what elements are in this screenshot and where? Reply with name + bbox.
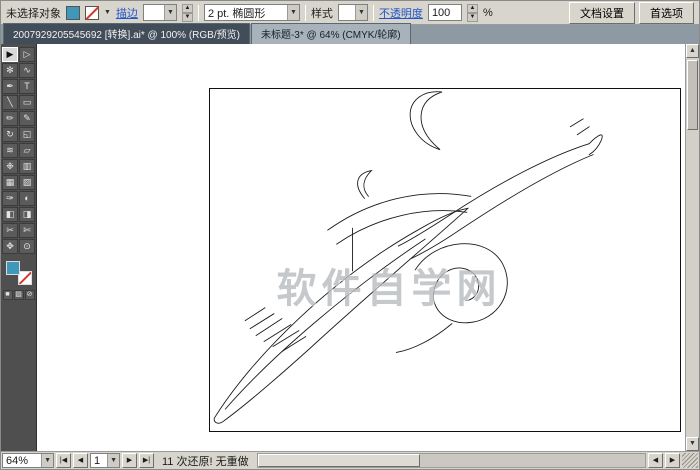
last-page-button[interactable]: ▶|	[139, 453, 154, 468]
slice-tool[interactable]: ✂	[2, 223, 18, 238]
page-number-dropdown[interactable]: 1 ▼	[90, 453, 120, 468]
opacity-value: 100	[432, 7, 450, 19]
brush-dropdown[interactable]: 2 pt. 椭圆形 ▼	[204, 4, 300, 21]
scroll-down-icon[interactable]: ▼	[686, 437, 699, 451]
canvas[interactable]: 软件自学网	[37, 44, 685, 451]
stroke-weight-stepper[interactable]: ▲ ▼	[182, 4, 193, 21]
horizontal-scroll-thumb[interactable]	[258, 454, 421, 467]
scroll-up-icon[interactable]: ▲	[686, 44, 699, 58]
horizontal-scrollbar[interactable]	[257, 453, 646, 468]
line-segment-tool[interactable]: ╲	[2, 95, 18, 110]
magic-wand-tool[interactable]: ✻	[2, 63, 18, 78]
direct-selection-tool[interactable]: ▷	[19, 47, 35, 62]
rectangle-tool[interactable]: ▭	[19, 95, 35, 110]
pen-tool[interactable]: ✒	[2, 79, 18, 94]
control-bar: 未选择对象 ▼ 描边 ▼ ▲ ▼ 2 pt. 椭圆形 ▼ 样式 ▼ 不透明度 1…	[1, 1, 699, 25]
scroll-right-icon[interactable]: ▶	[665, 453, 680, 468]
gradient-mode-button[interactable]: ▨	[14, 290, 24, 300]
vertical-scroll-thumb[interactable]	[687, 60, 698, 130]
column-graph-tool[interactable]: ▥	[19, 159, 35, 174]
document-tab-bar: 2007929205545692 [转换].ai* @ 100% (RGB/预览…	[1, 25, 699, 44]
none-mode-button[interactable]: ⊘	[25, 290, 35, 300]
selection-tool[interactable]: ▶	[2, 47, 18, 62]
tool-palette: ▶▷✻∿✒T╲▭✏✎↻◱≋▱❉▥▦▨✑◐◧◨✂✄✥⊙ ■▨⊘	[1, 44, 37, 451]
fill-color-swatch[interactable]	[66, 6, 80, 20]
symbol-sprayer-tool[interactable]: ❉	[2, 159, 18, 174]
next-page-button[interactable]: ▶	[122, 453, 137, 468]
fill-swatch[interactable]	[6, 261, 20, 275]
pencil-tool[interactable]: ✎	[19, 111, 35, 126]
chevron-down-icon[interactable]: ▼	[104, 9, 111, 16]
paint-mode-buttons: ■▨⊘	[3, 290, 35, 300]
scroll-track[interactable]	[686, 132, 699, 437]
brush-value: 2 pt. 椭圆形	[208, 5, 265, 21]
free-transform-tool[interactable]: ▱	[19, 143, 35, 158]
scissors-tool[interactable]: ✄	[19, 223, 35, 238]
mesh-tool[interactable]: ▦	[2, 175, 18, 190]
separator	[305, 5, 306, 21]
stepper-down-icon[interactable]: ▼	[467, 13, 478, 22]
warp-tool[interactable]: ≋	[2, 143, 18, 158]
none-slash-icon	[18, 271, 31, 284]
opacity-link[interactable]: 不透明度	[379, 5, 423, 21]
document-setup-button[interactable]: 文档设置	[569, 2, 635, 24]
opacity-stepper[interactable]: ▲ ▼	[467, 4, 478, 21]
resize-grip[interactable]	[682, 453, 698, 468]
style-label: 样式	[311, 5, 333, 21]
selection-status: 未选择对象	[6, 5, 61, 21]
hand-tool[interactable]: ✥	[2, 239, 18, 254]
zoom-dropdown[interactable]: 64% ▼	[2, 453, 54, 468]
chevron-down-icon: ▼	[107, 454, 119, 467]
illustrator-window: 未选择对象 ▼ 描边 ▼ ▲ ▼ 2 pt. 椭圆形 ▼ 样式 ▼ 不透明度 1…	[0, 0, 700, 470]
page-number-value: 1	[94, 455, 100, 467]
stepper-up-icon[interactable]: ▲	[182, 4, 193, 13]
undo-status-text: 11 次还原! 无重做	[162, 453, 249, 469]
document-tab-1[interactable]: 2007929205545692 [转换].ai* @ 100% (RGB/预览…	[3, 23, 250, 44]
chevron-down-icon: ▼	[164, 5, 176, 20]
zoom-tool[interactable]: ⊙	[19, 239, 35, 254]
first-page-button[interactable]: |◀	[56, 453, 71, 468]
document-tab-2[interactable]: 未标题-3* @ 64% (CMYK/轮廓)	[251, 23, 411, 44]
rotate-tool[interactable]: ↻	[2, 127, 18, 142]
stroke-swatch[interactable]	[18, 271, 32, 285]
zoom-value: 64%	[6, 455, 28, 467]
stepper-up-icon[interactable]: ▲	[467, 4, 478, 13]
artwork-outline	[210, 89, 680, 431]
blend-tool[interactable]: ◐	[19, 191, 35, 206]
chevron-down-icon: ▼	[355, 5, 367, 20]
opacity-field[interactable]: 100	[428, 4, 462, 21]
percent-label: %	[483, 7, 493, 19]
toolbar-tools: ▶▷✻∿✒T╲▭✏✎↻◱≋▱❉▥▦▨✑◐◧◨✂✄✥⊙	[2, 47, 35, 254]
live-paint-selection-tool[interactable]: ◨	[19, 207, 35, 222]
chevron-down-icon: ▼	[41, 454, 53, 467]
color-mode-button[interactable]: ■	[3, 290, 13, 300]
artboard	[209, 88, 681, 432]
main-area: ▶▷✻∿✒T╲▭✏✎↻◱≋▱❉▥▦▨✑◐◧◨✂✄✥⊙ ■▨⊘	[1, 44, 699, 451]
lasso-tool[interactable]: ∿	[19, 63, 35, 78]
type-tool[interactable]: T	[19, 79, 35, 94]
separator	[373, 5, 374, 21]
live-paint-bucket-tool[interactable]: ◧	[2, 207, 18, 222]
none-slash-icon	[86, 6, 99, 19]
stepper-down-icon[interactable]: ▼	[182, 13, 193, 22]
status-bar: 64% ▼ |◀ ◀ 1 ▼ ▶ ▶| 11 次还原! 无重做 ◀ ▶	[1, 451, 699, 469]
chevron-down-icon: ▼	[287, 5, 299, 20]
previous-page-button[interactable]: ◀	[73, 453, 88, 468]
stroke-color-swatch[interactable]	[85, 6, 99, 20]
vertical-scrollbar[interactable]: ▲ ▼	[685, 44, 699, 451]
scroll-left-icon[interactable]: ◀	[648, 453, 663, 468]
preferences-button[interactable]: 首选项	[639, 2, 694, 24]
scale-tool[interactable]: ◱	[19, 127, 35, 142]
fill-stroke-indicator	[6, 261, 32, 285]
gradient-tool[interactable]: ▨	[19, 175, 35, 190]
stroke-weight-dropdown[interactable]: ▼	[143, 4, 177, 21]
paintbrush-tool[interactable]: ✏	[2, 111, 18, 126]
eyedropper-tool[interactable]: ✑	[2, 191, 18, 206]
style-dropdown[interactable]: ▼	[338, 4, 368, 21]
stroke-link[interactable]: 描边	[116, 5, 138, 21]
separator	[198, 5, 199, 21]
